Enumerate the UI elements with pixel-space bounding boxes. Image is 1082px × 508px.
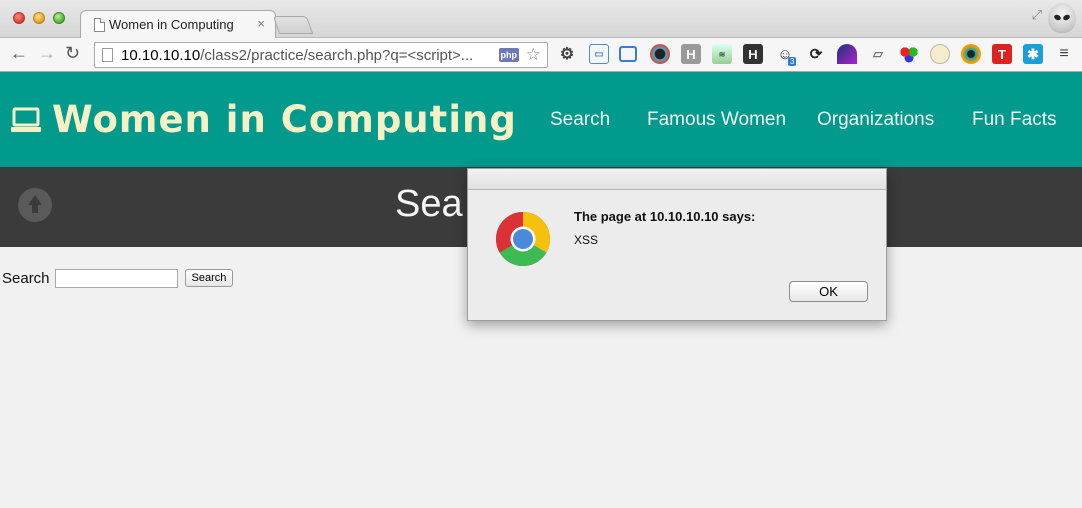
speed-gauge-icon[interactable] xyxy=(837,44,857,64)
php-extension-icon[interactable]: php xyxy=(498,48,519,62)
settings-gear-icon[interactable]: ⚙ xyxy=(557,44,577,64)
vine-extension-icon[interactable]: ≋ xyxy=(712,44,732,64)
nav-search[interactable]: Search xyxy=(550,109,610,131)
screen-capture-icon[interactable] xyxy=(619,46,637,62)
hn-extension-icon[interactable]: H xyxy=(743,44,763,64)
chrome-logo-icon xyxy=(495,212,551,267)
url-text: 10.10.10.10/class2/practice/search.php?q… xyxy=(121,47,474,64)
nav-famous-women[interactable]: Famous Women xyxy=(647,109,786,131)
tab-close-icon[interactable]: × xyxy=(257,16,265,31)
search-button[interactable]: Search xyxy=(184,269,234,287)
profile-avatar-icon[interactable] xyxy=(1048,3,1076,33)
h-extension-icon[interactable]: H xyxy=(681,44,701,64)
browser-titlebar: Women in Computing × ⤢ xyxy=(0,0,1082,39)
tab-title: Women in Computing xyxy=(109,17,234,32)
ok-button[interactable]: OK xyxy=(789,281,868,302)
minimize-window-button[interactable] xyxy=(33,12,45,24)
site-logo-text[interactable]: Women in Computing xyxy=(52,98,517,141)
dialog-message: XSS xyxy=(574,233,599,247)
bookmark-star-icon[interactable]: ☆ xyxy=(526,45,541,65)
eye-extension-icon[interactable] xyxy=(961,44,981,64)
search-input[interactable] xyxy=(54,268,178,288)
scroll-up-icon[interactable] xyxy=(18,188,52,222)
sync-icon[interactable]: ⟳ xyxy=(806,44,826,64)
browser-tab[interactable]: Women in Computing × xyxy=(80,10,276,39)
search-form: Search Search xyxy=(2,268,234,288)
snowflake-extension-icon[interactable]: ✱ xyxy=(1023,44,1043,64)
ruler-icon[interactable]: ▱ xyxy=(868,44,888,64)
t-extension-icon[interactable]: T xyxy=(992,44,1012,64)
face-extension-icon[interactable] xyxy=(930,44,950,64)
browser-toolbar: ← → ↻ 10.10.10.10/class2/practice/search… xyxy=(0,38,1082,72)
page-info-icon[interactable] xyxy=(102,48,113,62)
page-title: Sea xyxy=(395,183,463,225)
site-header: Women in Computing Search Famous Women O… xyxy=(0,72,1082,167)
fullscreen-icon[interactable]: ⤢ xyxy=(1032,7,1042,23)
close-window-button[interactable] xyxy=(13,12,25,24)
rgb-extension-icon[interactable] xyxy=(899,44,919,64)
menu-icon[interactable]: ≡ xyxy=(1054,44,1074,64)
folder-extension-icon[interactable]: ▭ xyxy=(589,44,609,64)
laptop-icon xyxy=(11,107,41,132)
back-arrow-icon[interactable]: ← xyxy=(10,43,28,64)
page-icon xyxy=(94,18,105,32)
color-wheel-icon[interactable] xyxy=(650,44,670,64)
nav-fun-facts[interactable]: Fun Facts xyxy=(972,109,1056,131)
reload-icon[interactable]: ↻ xyxy=(65,43,80,64)
nav-organizations[interactable]: Organizations xyxy=(817,109,934,131)
new-tab-button[interactable] xyxy=(272,16,314,34)
search-label: Search xyxy=(2,269,50,287)
address-bar[interactable]: 10.10.10.10/class2/practice/search.php?q… xyxy=(94,42,548,68)
zoom-window-button[interactable] xyxy=(53,12,65,24)
alert-dialog: The page at 10.10.10.10 says: XSS OK xyxy=(467,168,887,321)
dialog-titlebar xyxy=(468,169,886,190)
forward-arrow-icon[interactable]: → xyxy=(38,43,56,64)
extension-badge: 3 xyxy=(788,57,797,66)
dialog-heading: The page at 10.10.10.10 says: xyxy=(574,209,756,224)
